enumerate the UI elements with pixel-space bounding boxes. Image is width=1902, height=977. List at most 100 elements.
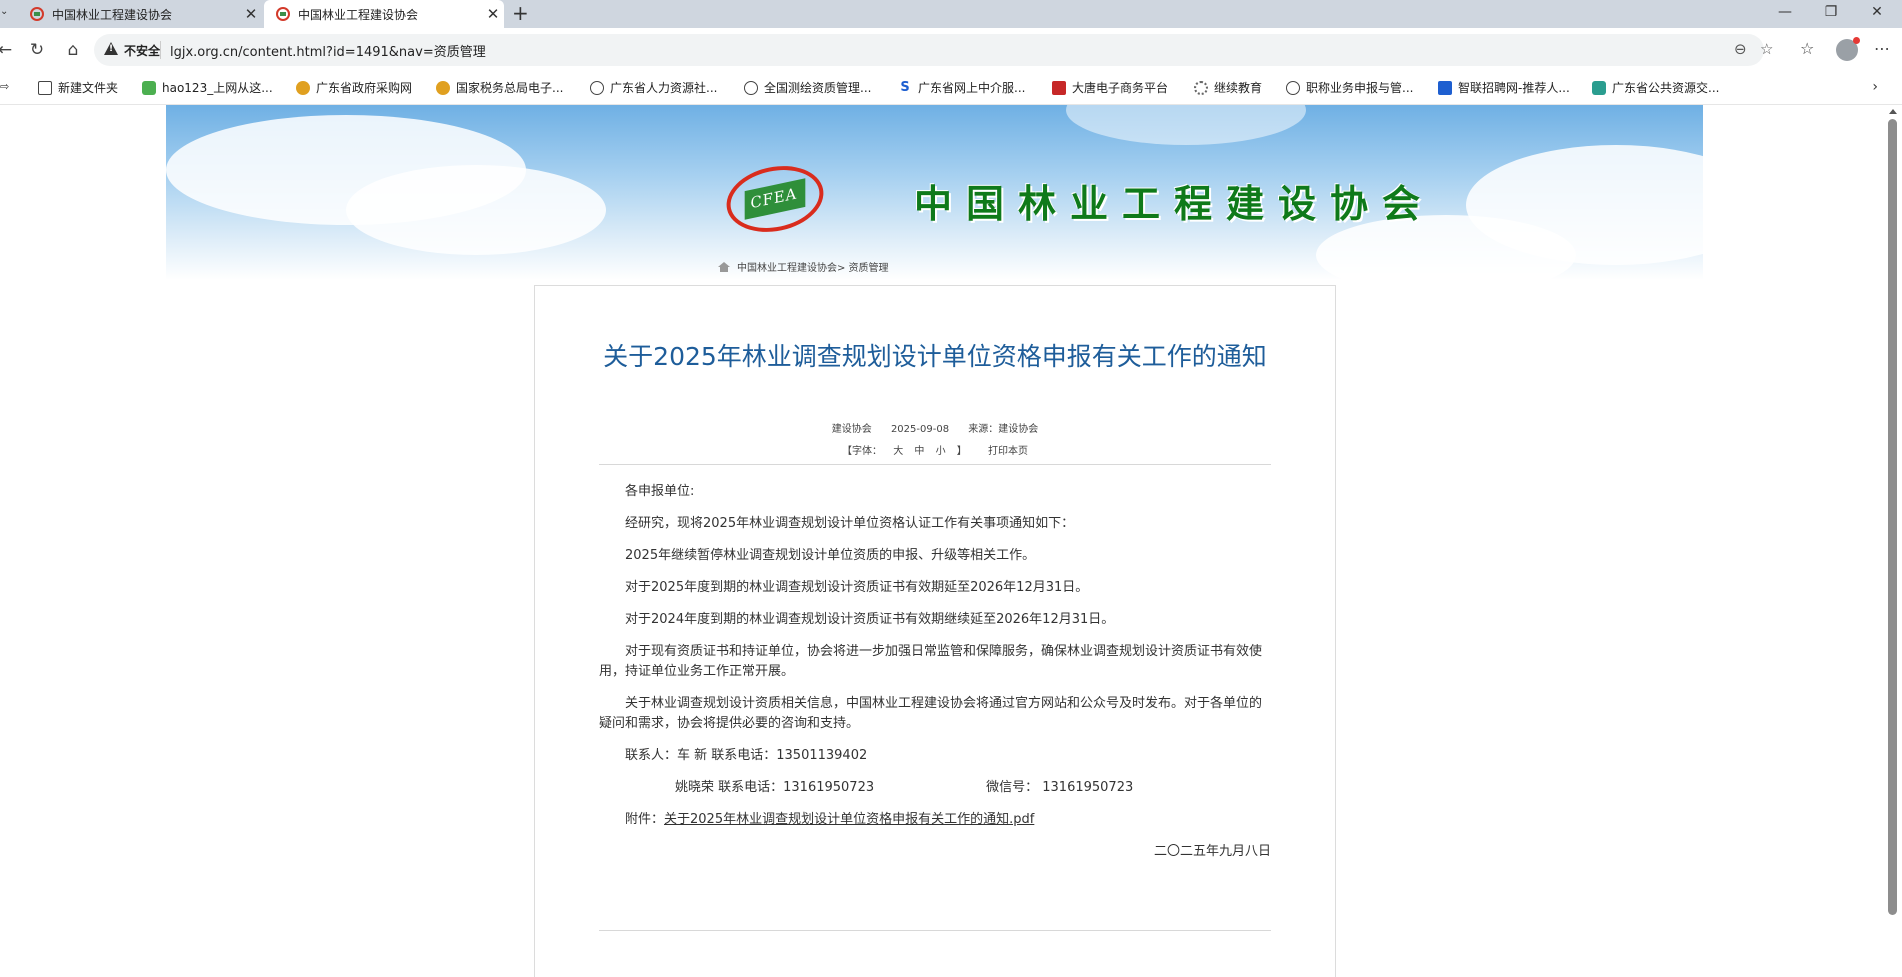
cloud-decoration — [1066, 105, 1306, 145]
tax-icon — [436, 80, 450, 95]
breadcrumb: 中国林业工程建设协会> 资质管理 — [718, 259, 889, 274]
scroll-thumb[interactable] — [1888, 119, 1897, 915]
bookmark-gd-agency[interactable]: S 广东省网上中介服... — [898, 79, 1025, 96]
bookmark-new-folder[interactable]: 新建文件夹 — [38, 79, 118, 96]
bookmark-label: 大唐电子商务平台 — [1072, 81, 1169, 95]
back-button[interactable]: ← — [0, 37, 18, 63]
paragraph: 对于2025年度到期的林业调查规划设计资质证书有效期延至2026年12月31日。 — [625, 580, 1089, 595]
bookmark-professional-title[interactable]: 职称业务申报与管... — [1286, 79, 1413, 96]
zhilian-icon — [1438, 80, 1452, 95]
breadcrumb-text[interactable]: 中国林业工程建设协会> 资质管理 — [737, 259, 889, 274]
bookmark-label: hao123_上网从这... — [162, 81, 273, 95]
warning-icon[interactable] — [104, 42, 118, 55]
bookmark-label: 全国测绘资质管理... — [764, 81, 872, 95]
cloud-decoration — [346, 165, 606, 255]
article-body: 各申报单位: 经研究，现将2025年林业调查规划设计单位资格认证工作有关事项通知… — [599, 482, 1271, 862]
minimize-button[interactable]: — — [1762, 0, 1808, 28]
favorites-icon[interactable]: ☆ — [1800, 39, 1814, 58]
article-tools: 【字体： 大 中 小 】 打印本页 — [535, 442, 1335, 457]
zoom-icon[interactable]: ⊖ — [1734, 40, 1747, 58]
bookmarks-overflow-chevron-icon[interactable]: › — [1872, 79, 1878, 95]
paragraph: 2025年继续暂停林业调查规划设计单位资质的申报、升级等相关工作。 — [625, 548, 1036, 563]
bookmark-label: 广东省网上中介服... — [918, 81, 1026, 95]
tab-search-icon[interactable]: ⌄ — [0, 6, 8, 17]
site-name: 中国林业工程建设协会 — [914, 181, 1435, 226]
home-icon[interactable] — [718, 261, 730, 272]
tab-title: 中国林业工程建设协会 — [52, 7, 173, 22]
site-favicon-icon — [30, 7, 44, 21]
bookmarks-overflow-left-icon[interactable]: ⇨ — [0, 80, 9, 93]
bookmark-gd-procurement[interactable]: 广东省政府采购网 — [296, 79, 412, 96]
logo-emblem: CFEA — [744, 178, 806, 220]
profile-avatar[interactable] — [1836, 37, 1860, 61]
bookmark-continuing-education[interactable]: 继续教育 — [1194, 79, 1262, 96]
bookmark-label: 新建文件夹 — [58, 81, 119, 95]
address-separator — [160, 41, 161, 59]
bookmark-survey-qualification[interactable]: 全国测绘资质管理... — [744, 79, 871, 96]
security-label[interactable]: 不安全 — [124, 42, 160, 59]
close-tab-icon[interactable]: ✕ — [482, 5, 504, 23]
hao123-icon — [142, 80, 156, 95]
globe-icon — [590, 80, 604, 95]
browser-toolbar: ← ↻ ⌂ 不安全 lgjx.org.cn/content.html?id=14… — [0, 28, 1902, 72]
article-meta: 建设协会 2025-09-08 来源：建设协会 — [535, 420, 1335, 435]
article-author: 建设协会 — [831, 424, 872, 435]
cfea-logo[interactable]: CFEA — [720, 157, 830, 241]
article-container: 关于2025年林业调查规划设计单位资格申报有关工作的通知 建设协会 2025-0… — [534, 285, 1336, 977]
bookmark-label: 智联招聘网-推荐人... — [1458, 81, 1570, 95]
bookmark-label: 广东省政府采购网 — [316, 81, 413, 95]
close-tab-icon[interactable]: ✕ — [240, 5, 262, 23]
logo-text: CFEA — [748, 184, 800, 212]
font-close-bracket: 】 — [956, 446, 967, 457]
close-window-button[interactable]: ✕ — [1854, 0, 1900, 28]
restore-button[interactable]: ❐ — [1808, 0, 1854, 28]
font-size-label: 【字体： — [842, 446, 883, 457]
bookmark-hao123[interactable]: hao123_上网从这... — [142, 79, 273, 96]
folder-icon — [38, 80, 52, 95]
s-logo-icon: S — [900, 79, 910, 95]
font-large-link[interactable]: 大 — [893, 446, 903, 457]
resource-icon — [1592, 80, 1606, 95]
bookmark-label: 国家税务总局电子... — [456, 81, 564, 95]
reload-button[interactable]: ↻ — [24, 37, 50, 63]
url-text[interactable]: lgjx.org.cn/content.html?id=1491&nav=资质管… — [170, 41, 486, 60]
print-link[interactable]: 打印本页 — [988, 446, 1028, 457]
emblem-icon — [296, 80, 310, 95]
contact-2-text: 姚晓荣 联系电话：13161950723 — [675, 780, 875, 795]
address-bar[interactable]: 不安全 lgjx.org.cn/content.html?id=1491&nav… — [94, 34, 1773, 66]
font-medium-link[interactable]: 中 — [914, 446, 924, 457]
bookmark-datang[interactable]: 大唐电子商务平台 — [1052, 79, 1168, 96]
bookmark-gd-hr[interactable]: 广东省人力资源社... — [590, 79, 717, 96]
bookmark-label: 广东省公共资源交... — [1612, 81, 1720, 95]
more-menu-icon[interactable]: ⋯ — [1874, 39, 1890, 58]
tab-1[interactable]: 中国林业工程建设协会 ✕ — [18, 0, 262, 28]
bookmark-tax[interactable]: 国家税务总局电子... — [436, 79, 563, 96]
divider — [599, 464, 1271, 465]
attachment-label: 附件： — [625, 812, 665, 827]
article-date: 2025-09-08 — [890, 424, 950, 435]
paragraph: 经研究，现将2025年林业调查规划设计单位资格认证工作有关事项通知如下： — [625, 516, 1075, 531]
contact-line-1: 联系人：车 新 联系电话：13501139402 — [625, 748, 868, 763]
attachment-link[interactable]: 关于2025年林业调查规划设计单位资格申报有关工作的通知.pdf — [664, 812, 1034, 827]
paragraph: 对于现有资质证书和持证单位，协会将进一步加强日常监管和保障服务，确保林业调查规划… — [599, 644, 1263, 679]
site-favicon-icon — [276, 7, 290, 21]
tab-strip: ⌄ 中国林业工程建设协会 ✕ 中国林业工程建设协会 ✕ + — ❐ ✕ — [0, 0, 1902, 28]
divider — [599, 930, 1271, 931]
tab-2-active[interactable]: 中国林业工程建设协会 ✕ — [264, 0, 504, 28]
wechat-id: 微信号： 13161950723 — [986, 780, 1134, 795]
bookmark-label: 继续教育 — [1214, 81, 1263, 95]
scroll-up-icon[interactable] — [1889, 109, 1897, 114]
new-tab-button[interactable]: + — [512, 1, 529, 25]
article-title: 关于2025年林业调查规划设计单位资格申报有关工作的通知 — [603, 342, 1267, 371]
bookmark-zhilian[interactable]: 智联招聘网-推荐人... — [1438, 79, 1570, 96]
article-source: 来源：建设协会 — [968, 424, 1039, 435]
vertical-scrollbar[interactable] — [1884, 105, 1902, 977]
bookmarks-bar: ⇨ 新建文件夹 hao123_上网从这... 广东省政府采购网 国家税务总局电子… — [0, 72, 1902, 105]
favorite-star-icon[interactable]: ☆ — [1760, 40, 1773, 58]
font-small-link[interactable]: 小 — [936, 446, 946, 457]
home-button[interactable]: ⌂ — [60, 37, 86, 63]
contact-line-2: 姚晓荣 联系电话：13161950723 微信号： 13161950723 — [599, 778, 1271, 798]
globe-icon — [744, 80, 758, 95]
bookmark-gd-public-resource[interactable]: 广东省公共资源交... — [1592, 79, 1719, 96]
paragraph: 关于林业调查规划设计资质相关信息，中国林业工程建设协会将通过官方网站和公众号及时… — [599, 696, 1263, 731]
